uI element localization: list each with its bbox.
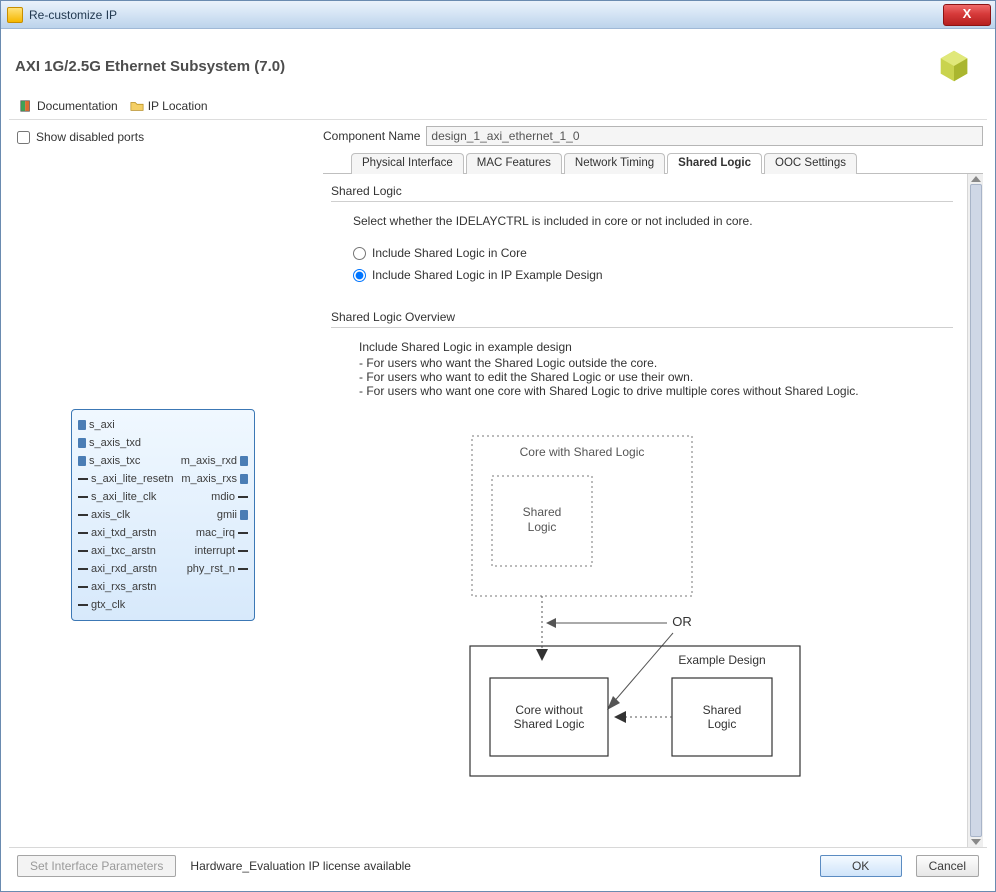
or-label: OR	[672, 614, 692, 629]
core-with-sl-label: Core with Shared Logic	[520, 445, 645, 459]
radio-include-example-label: Include Shared Logic in IP Example Desig…	[372, 268, 603, 282]
port-left: axi_rxd_arstn	[91, 563, 157, 575]
port-left: s_axis_txc	[89, 455, 140, 467]
port-right: mac_irq	[196, 527, 235, 539]
main-panel: AXI 1G/2.5G Ethernet Subsystem (7.0)	[9, 37, 987, 883]
tab-content: Shared Logic Select whether the IDELAYCT…	[323, 174, 967, 847]
tab-body: Shared Logic Select whether the IDELAYCT…	[323, 174, 983, 847]
tab-label: Shared Logic	[678, 157, 751, 169]
port-left: axi_rxs_arstn	[91, 581, 156, 593]
port-right: m_axis_rxd	[181, 455, 237, 467]
component-name-row: Component Name	[323, 126, 983, 146]
tab-network-timing[interactable]: Network Timing	[564, 153, 665, 174]
svg-text:Logic: Logic	[708, 717, 737, 731]
svg-text:Logic: Logic	[528, 520, 557, 534]
port-left: axi_txc_arstn	[91, 545, 156, 557]
radio-include-core-label: Include Shared Logic in Core	[372, 246, 527, 260]
shared-logic-title: Shared Logic	[331, 184, 953, 202]
left-pane: Show disabled ports s_axi s_axis_txd s_a…	[9, 120, 319, 847]
scroll-down-icon[interactable]	[971, 839, 981, 845]
overview-heading: Include Shared Logic in example design	[359, 340, 953, 354]
scroll-thumb[interactable]	[970, 184, 982, 837]
footer: Set Interface Parameters Hardware_Evalua…	[9, 847, 987, 883]
example-design-label: Example Design	[678, 653, 765, 667]
folder-icon	[130, 99, 144, 113]
svg-text:Shared Logic: Shared Logic	[514, 717, 585, 731]
port-left: s_axi	[89, 419, 115, 431]
close-button[interactable]: X	[943, 4, 991, 26]
right-pane: Component Name Physical Interface MAC Fe…	[319, 120, 987, 847]
tab-mac-features[interactable]: MAC Features	[466, 153, 562, 174]
radio-input[interactable]	[353, 247, 366, 260]
scrollbar[interactable]	[967, 174, 983, 847]
titlebar-left: Re-customize IP	[7, 7, 117, 23]
cancel-button[interactable]: Cancel	[916, 855, 979, 877]
dialog-window: Re-customize IP X AXI 1G/2.5G Ethernet S…	[0, 0, 996, 892]
tab-label: Network Timing	[575, 157, 654, 169]
overview-diagram: Core with Shared Logic Shared Logic OR	[442, 426, 842, 786]
tab-label: Physical Interface	[362, 157, 453, 169]
port-left: s_axi_lite_clk	[91, 491, 156, 503]
overview-bullet-1: - For users who want the Shared Logic ou…	[359, 356, 953, 370]
port-right: mdio	[211, 491, 235, 503]
port-left: s_axis_txd	[89, 437, 141, 449]
tab-ooc-settings[interactable]: OOC Settings	[764, 153, 857, 174]
ip-symbol-area: s_axi s_axis_txd s_axis_txc m_axis_rxd s_…	[15, 188, 311, 841]
show-disabled-input[interactable]	[17, 131, 30, 144]
svg-text:Shared: Shared	[703, 703, 742, 717]
vendor-logo	[935, 47, 973, 85]
ip-location-label: IP Location	[148, 99, 208, 113]
ip-location-button[interactable]: IP Location	[126, 97, 212, 115]
show-disabled-label: Show disabled ports	[36, 130, 144, 144]
documentation-button[interactable]: Documentation	[15, 97, 122, 115]
close-icon: X	[963, 6, 972, 21]
overview-bullet-3: - For users who want one core with Share…	[359, 384, 953, 398]
overview-body: Include Shared Logic in example design -…	[331, 340, 953, 398]
diagram-wrap: Core with Shared Logic Shared Logic OR	[331, 426, 953, 786]
port-left: axi_txd_arstn	[91, 527, 156, 539]
ip-block[interactable]: s_axi s_axis_txd s_axis_txc m_axis_rxd s_…	[71, 409, 255, 621]
titlebar[interactable]: Re-customize IP X	[1, 1, 995, 29]
overview-title: Shared Logic Overview	[331, 310, 953, 328]
show-disabled-checkbox[interactable]: Show disabled ports	[15, 126, 311, 148]
scroll-up-icon[interactable]	[971, 176, 981, 182]
toolbar: Documentation IP Location	[9, 95, 987, 120]
header: AXI 1G/2.5G Ethernet Subsystem (7.0)	[9, 37, 987, 95]
component-name-label: Component Name	[323, 129, 420, 143]
tabbar: Physical Interface MAC Features Network …	[323, 152, 983, 174]
port-left: axis_clk	[91, 509, 130, 521]
set-interface-params-button[interactable]: Set Interface Parameters	[17, 855, 176, 877]
radio-include-in-core[interactable]: Include Shared Logic in Core	[331, 242, 953, 264]
overview-bullet-2: - For users who want to edit the Shared …	[359, 370, 953, 384]
content-outer: AXI 1G/2.5G Ethernet Subsystem (7.0)	[1, 29, 995, 891]
tab-physical-interface[interactable]: Physical Interface	[351, 153, 464, 174]
window-title-text: Re-customize IP	[29, 8, 117, 22]
port-left: gtx_clk	[91, 599, 125, 611]
radio-include-in-example[interactable]: Include Shared Logic in IP Example Desig…	[331, 264, 953, 286]
app-icon	[7, 7, 23, 23]
ip-title: AXI 1G/2.5G Ethernet Subsystem (7.0)	[15, 58, 285, 75]
book-icon	[19, 99, 33, 113]
tab-shared-logic[interactable]: Shared Logic	[667, 153, 762, 174]
license-text: Hardware_Evaluation IP license available	[190, 859, 411, 873]
radio-input[interactable]	[353, 269, 366, 282]
svg-text:Core without: Core without	[515, 703, 583, 717]
port-left: s_axi_lite_resetn	[91, 473, 174, 485]
tab-label: OOC Settings	[775, 157, 846, 169]
shared-logic-desc: Select whether the IDELAYCTRL is include…	[331, 214, 953, 242]
svg-text:Shared: Shared	[523, 505, 562, 519]
main-split: Show disabled ports s_axi s_axis_txd s_a…	[9, 120, 987, 847]
documentation-label: Documentation	[37, 99, 118, 113]
ok-button[interactable]: OK	[820, 855, 902, 877]
port-right: phy_rst_n	[187, 563, 235, 575]
component-name-input[interactable]	[426, 126, 983, 146]
tab-label: MAC Features	[477, 157, 551, 169]
port-right: gmii	[217, 509, 237, 521]
port-right: m_axis_rxs	[181, 473, 237, 485]
port-right: interrupt	[195, 545, 235, 557]
